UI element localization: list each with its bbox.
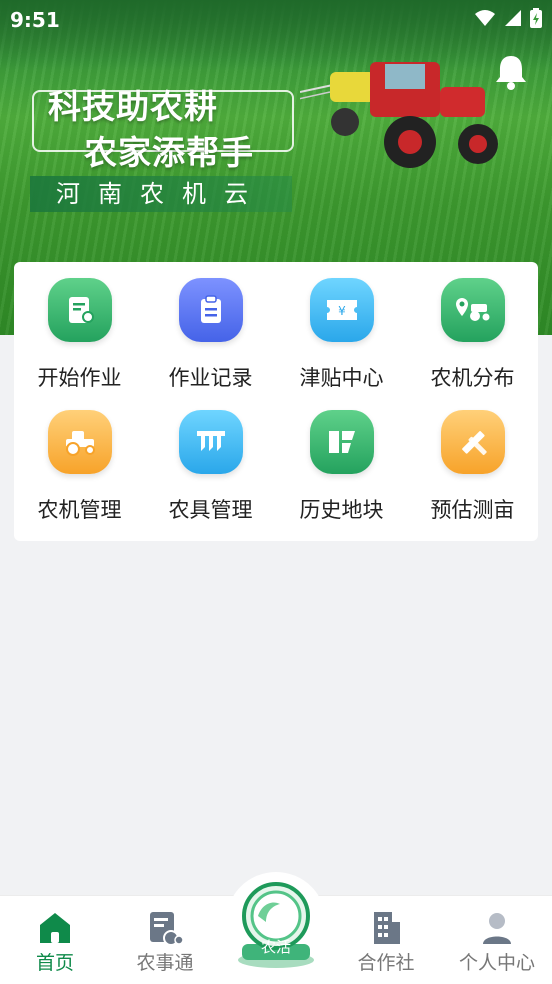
coupon-icon: ¥ — [309, 278, 374, 342]
status-time: 9:51 — [10, 8, 60, 32]
home-icon — [40, 913, 70, 943]
menu-machine-distribution[interactable]: 农机分布 — [407, 278, 538, 392]
building-icon — [374, 912, 400, 944]
farm-work-emblem-icon — [238, 882, 314, 968]
menu-estimate-area[interactable]: 预估测亩 — [407, 410, 538, 524]
nav-profile-label: 个人中心 — [458, 952, 535, 974]
nav-farm-work-label: 农活 — [260, 938, 291, 956]
tractor-illustration — [300, 62, 498, 168]
slogan-line2: 农家添帮手 — [84, 133, 254, 172]
start-work-icon — [47, 278, 112, 342]
nav-farm-work[interactable]: 农活 — [232, 878, 320, 972]
slogan-subtitle: 河南农机云 — [30, 176, 292, 212]
tractor-icon — [47, 410, 112, 474]
menu-label: 农具管理 — [168, 498, 253, 522]
svg-text:¥: ¥ — [338, 304, 346, 318]
menu-machine-management[interactable]: 农机管理 — [14, 410, 145, 524]
menu-label: 农机分布 — [430, 366, 515, 390]
menu-start-work[interactable]: 开始作业 — [14, 278, 145, 392]
menu-subsidy-center[interactable]: ¥ 津贴中心 — [276, 278, 407, 392]
menu-label: 历史地块 — [299, 498, 384, 522]
field-blocks-icon — [309, 410, 374, 474]
tractor-location-icon — [440, 278, 505, 342]
nav-home-label: 首页 — [35, 952, 74, 974]
nav-farm-news[interactable]: 农事通 — [110, 896, 220, 984]
menu-label: 作业记录 — [168, 366, 253, 390]
clipboard-icon — [178, 278, 243, 342]
menu-label: 开始作业 — [37, 366, 122, 390]
nav-profile[interactable]: 个人中心 — [442, 896, 552, 984]
nav-coop[interactable]: 合作社 — [331, 896, 441, 984]
menu-label: 农机管理 — [37, 498, 122, 522]
menu-work-records[interactable]: 作业记录 — [145, 278, 276, 392]
status-bar: 9:51 — [0, 0, 552, 38]
farm-news-icon — [150, 912, 183, 946]
person-icon — [483, 913, 511, 944]
feature-menu-grid: 开始作业 作业记录 ¥ 津贴中心 农机分布 农机管理 农具管理 历史地块 预估测… — [14, 278, 538, 524]
status-icons — [474, 8, 542, 28]
nav-home[interactable]: 首页 — [0, 896, 110, 984]
battery-icon — [530, 8, 542, 28]
menu-label: 预估测亩 — [430, 498, 515, 522]
ruler-pencil-icon — [440, 410, 505, 474]
slogan-line1: 科技助农耕 — [48, 87, 218, 126]
harrow-icon — [178, 410, 243, 474]
wifi-icon — [475, 10, 495, 26]
nav-farm-news-label: 农事通 — [136, 952, 194, 974]
banner-slogan: 科技助农耕 农家添帮手 河南农机云 — [30, 80, 294, 220]
nav-coop-label: 合作社 — [357, 952, 415, 974]
menu-label: 津贴中心 — [299, 366, 384, 390]
menu-history-plots[interactable]: 历史地块 — [276, 410, 407, 524]
feature-menu-card: 开始作业 作业记录 ¥ 津贴中心 农机分布 农机管理 农具管理 历史地块 预估测… — [14, 262, 538, 541]
signal-icon — [505, 10, 521, 26]
menu-tool-management[interactable]: 农具管理 — [145, 410, 276, 524]
